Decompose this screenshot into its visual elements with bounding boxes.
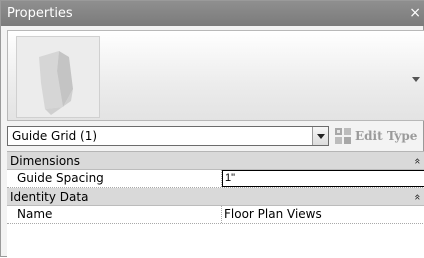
- property-row-name[interactable]: Name Floor Plan Views: [7, 206, 424, 224]
- dropdown-arrow-icon[interactable]: [412, 77, 420, 82]
- type-preview-area[interactable]: [7, 30, 424, 121]
- edit-type-button[interactable]: Edit Type: [335, 125, 424, 147]
- category-dimensions[interactable]: Dimensions »: [7, 152, 424, 170]
- type-thumbnail-icon: [16, 36, 100, 118]
- category-label: Dimensions: [10, 154, 81, 168]
- edit-type-label: Edit Type: [355, 129, 418, 143]
- title-bar[interactable]: Properties ×: [1, 1, 424, 26]
- property-name: Name: [17, 207, 53, 221]
- properties-palette: Properties × Guide Grid (1) Edit Type Di…: [0, 0, 424, 258]
- properties-grid: Dimensions » Guide Spacing 1" Identity D…: [7, 151, 424, 258]
- window-title: Properties: [7, 6, 73, 21]
- collapse-icon[interactable]: »: [409, 158, 424, 165]
- category-label: Identity Data: [10, 190, 89, 204]
- close-icon[interactable]: ×: [409, 1, 421, 26]
- property-value[interactable]: Floor Plan Views: [224, 206, 322, 223]
- type-selector-dropdown[interactable]: Guide Grid (1): [7, 126, 329, 146]
- type-selector-value: Guide Grid (1): [12, 129, 98, 143]
- chevron-down-icon[interactable]: [312, 127, 328, 145]
- category-identity-data[interactable]: Identity Data »: [7, 188, 424, 206]
- edit-type-icon: [335, 128, 351, 144]
- column-divider: [221, 206, 222, 223]
- collapse-icon[interactable]: »: [409, 194, 424, 201]
- guide-spacing-input[interactable]: 1": [222, 170, 424, 187]
- property-name: Guide Spacing: [17, 171, 104, 185]
- property-row-guide-spacing[interactable]: Guide Spacing 1": [7, 170, 424, 188]
